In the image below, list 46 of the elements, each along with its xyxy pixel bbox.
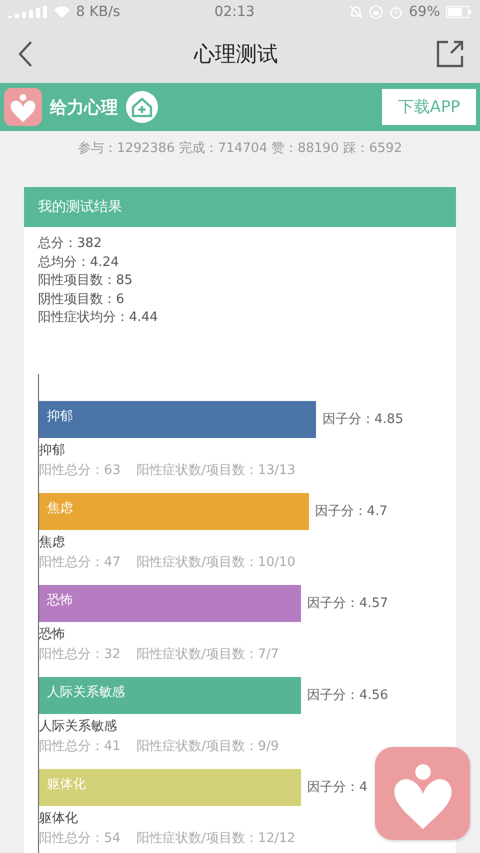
brand-name: 给力心理	[50, 96, 118, 118]
factor-name: 人际关系敏感	[39, 718, 118, 734]
positive-total: 阳性总分：41	[39, 738, 121, 754]
factor-bar: 抑郁	[39, 400, 316, 438]
factor-name: 恐怖	[39, 626, 66, 642]
factor-score: 因子分：4.57	[307, 595, 388, 612]
factor-name: 躯体化	[39, 810, 79, 826]
factor-name: 抑郁	[39, 442, 66, 458]
summary-line: 总分：382	[38, 235, 103, 253]
signal-icon	[8, 6, 48, 18]
battery-icon	[446, 6, 472, 18]
download-app-button[interactable]: 下载APP	[382, 89, 476, 125]
positive-total: 阳性总分：47	[39, 554, 121, 570]
symptom-ratio: 阳性症状数/项目数：12/12	[136, 830, 296, 846]
alarm-icon	[388, 5, 403, 19]
heart-logo-icon	[4, 88, 42, 126]
stats-line: 参与：1292386 完成：714704 赞：88190 踩：6592	[78, 141, 402, 156]
summary-line: 阳性症状均分：4.44	[38, 309, 159, 327]
factor-bar: 人际关系敏感	[39, 676, 302, 714]
factor-name: 焦虑	[39, 534, 66, 550]
symptom-ratio: 阳性症状数/项目数：13/13	[136, 462, 296, 478]
factor-score: 因子分：4.85	[322, 411, 404, 428]
positive-total: 阳性总分：63	[39, 462, 121, 478]
summary-line: 阴性项目数：6	[38, 290, 126, 308]
share-button[interactable]	[436, 40, 464, 68]
network-speed: 8 KB/s	[76, 4, 120, 20]
clock-time: 02:13	[214, 4, 255, 20]
symptom-ratio: 阳性症状数/项目数：10/10	[136, 554, 296, 570]
symptom-ratio: 阳性症状数/项目数：7/7	[136, 646, 279, 662]
page-title: 心理测试	[194, 40, 278, 68]
summary-line: 阳性项目数：85	[38, 272, 134, 290]
card-title: 我的测试结果	[38, 198, 122, 216]
factor-bar: 躯体化	[39, 768, 302, 806]
positive-total: 阳性总分：54	[39, 830, 121, 846]
factor-score: 因子分：4.56	[307, 687, 388, 704]
symptom-ratio: 阳性症状数/项目数：9/9	[136, 738, 279, 754]
positive-total: 阳性总分：32	[39, 646, 121, 662]
factor-score: 因子分：4	[307, 779, 368, 796]
factor-score: 因子分：4.7	[314, 503, 388, 520]
factor-bar: 焦虑	[39, 492, 309, 530]
factor-bar: 恐怖	[39, 584, 302, 622]
summary-line: 总均分：4.24	[38, 254, 120, 272]
wifi-icon	[54, 6, 70, 18]
battery-percent: 69%	[408, 4, 440, 20]
bell-off-icon	[348, 5, 363, 19]
house-icon	[126, 91, 158, 123]
